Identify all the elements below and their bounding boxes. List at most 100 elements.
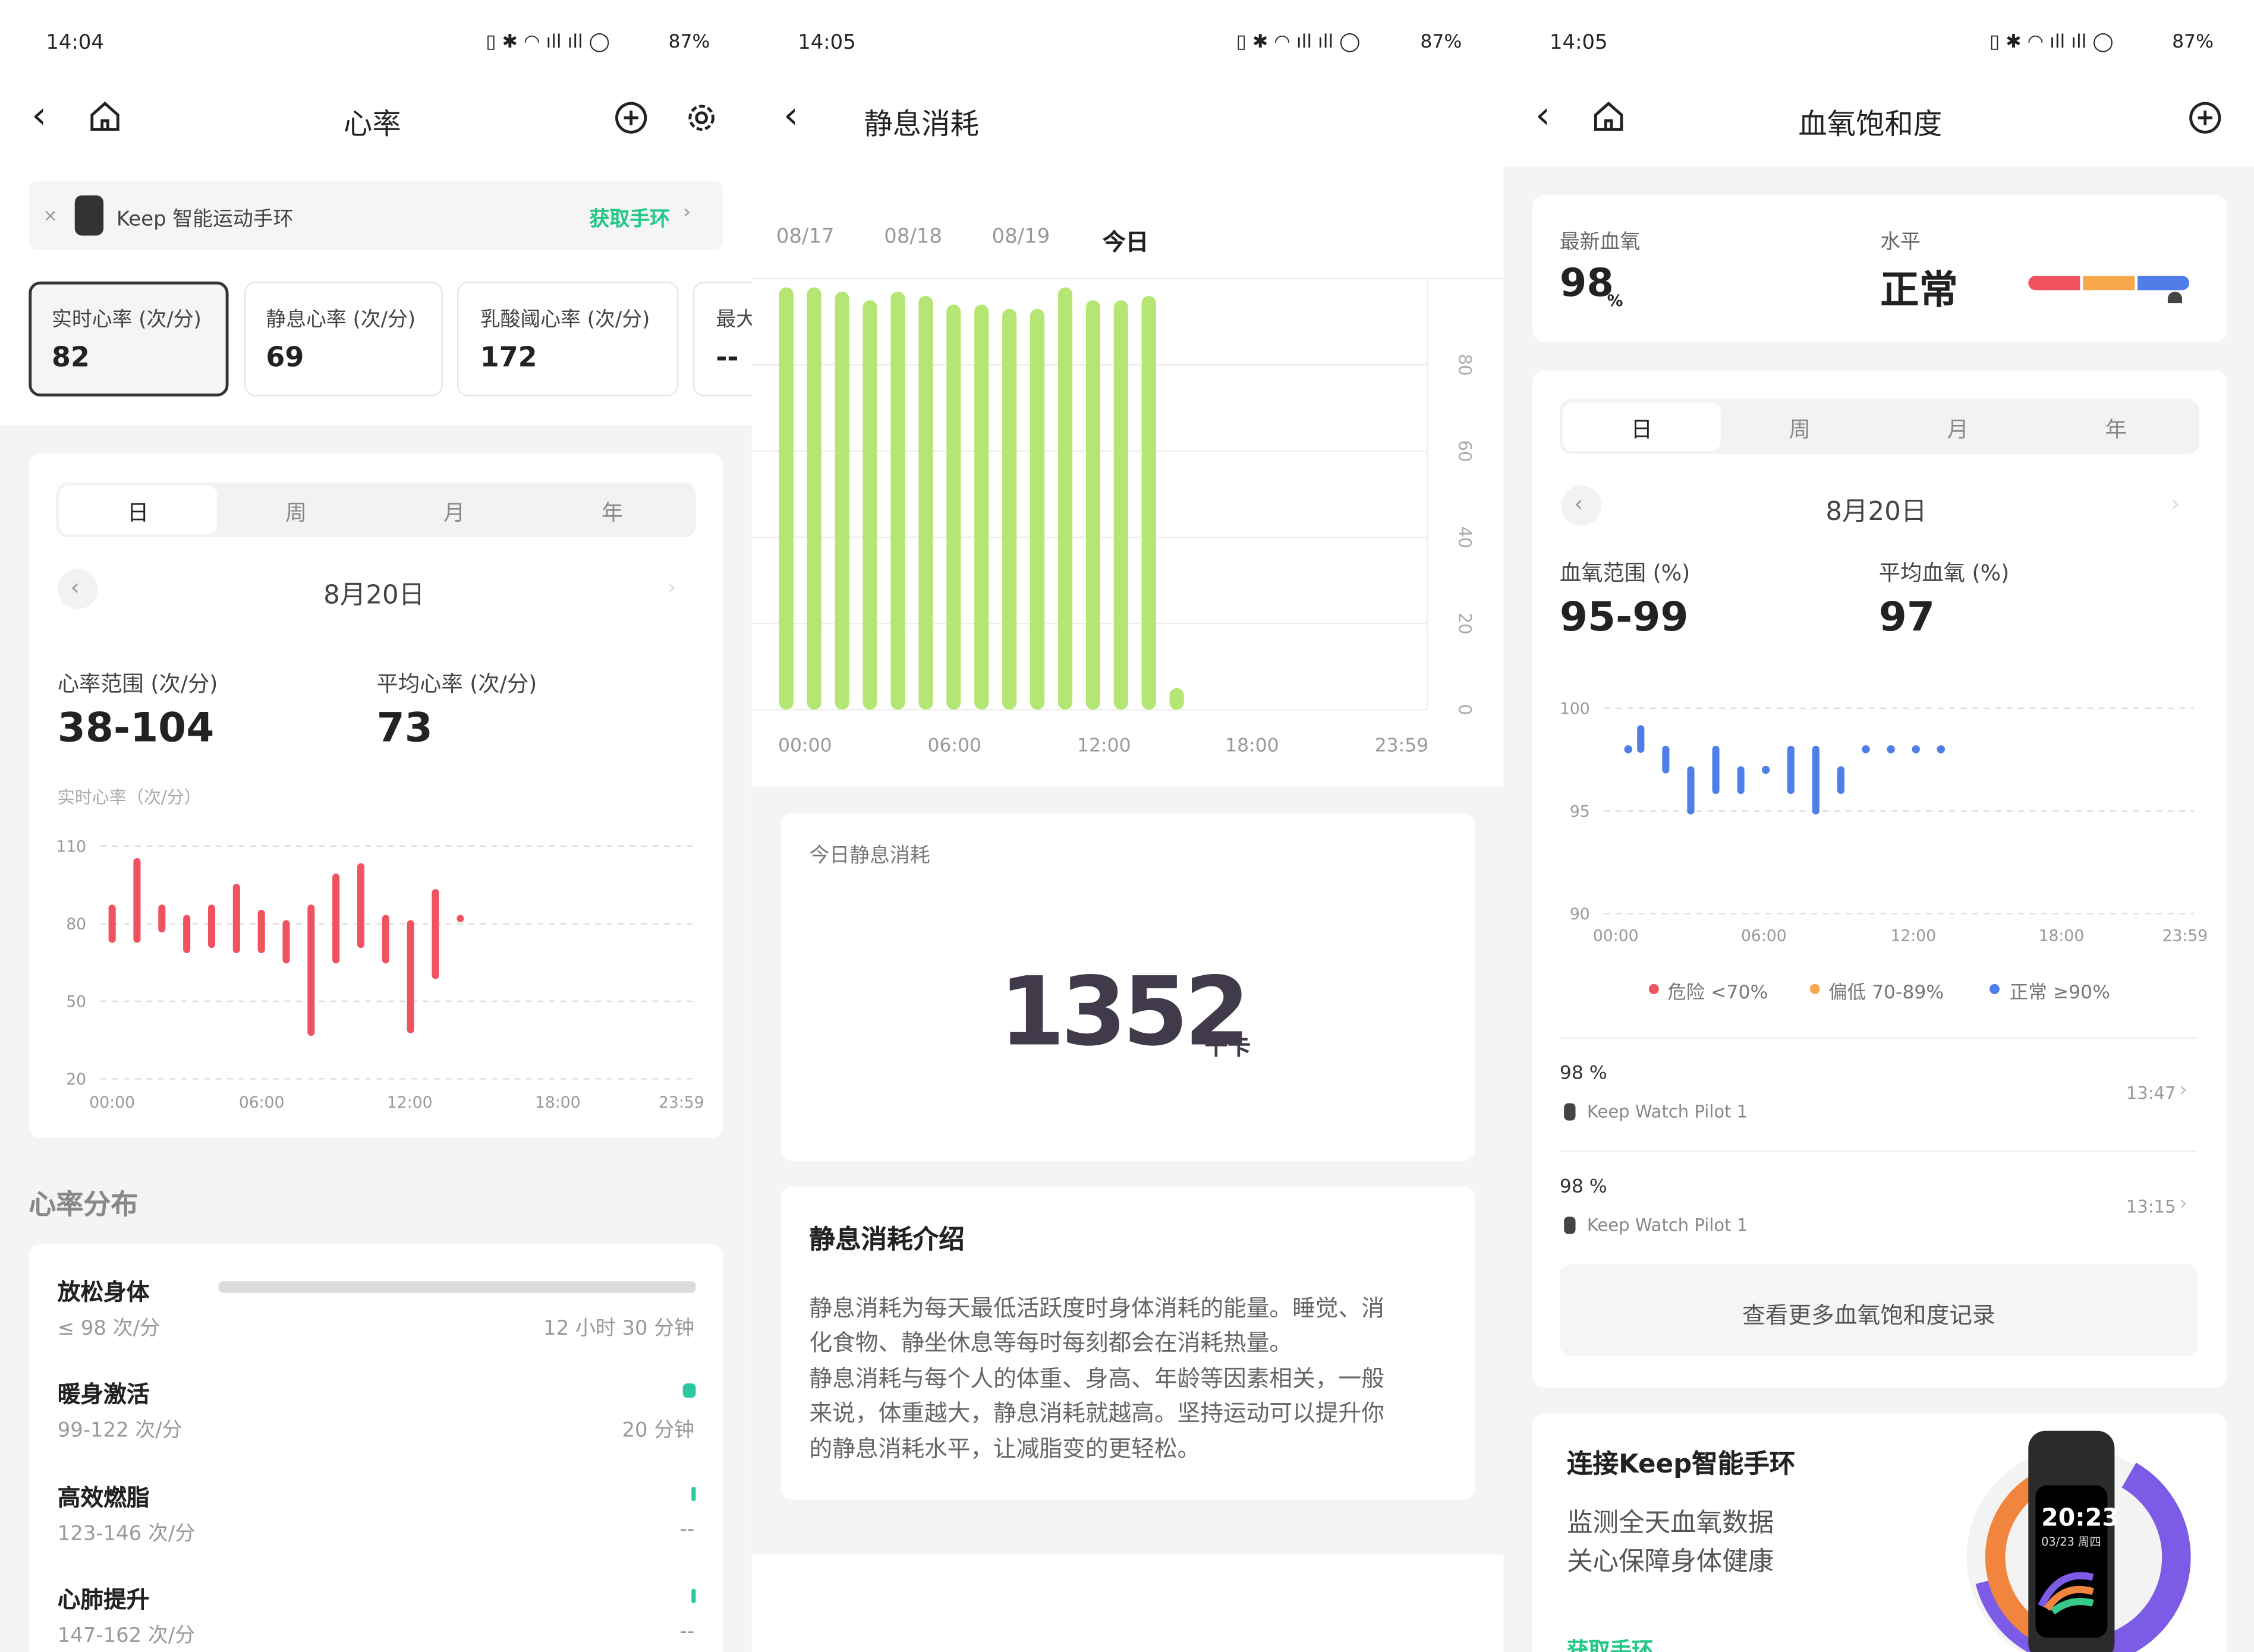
x-tick-label: 18:00 (535, 1093, 581, 1112)
x-tick-label: 06:00 (239, 1093, 285, 1112)
legend-dot-low (1809, 983, 1820, 994)
resting-energy-bar (1141, 295, 1156, 710)
x-tick-label: 12:00 (1077, 734, 1131, 756)
zone-duration: 12 小时 30 分钟 (543, 1317, 695, 1341)
resting-energy-bar (807, 287, 821, 710)
promo-title: 连接Keep智能手环 (1567, 1449, 1796, 1480)
intro-title: 静息消耗介绍 (809, 1225, 965, 1256)
resting-energy-bar (1002, 308, 1017, 710)
resting-energy-bar (779, 287, 794, 710)
more-records-label: 查看更多血氧饱和度记录 (1742, 1301, 1995, 1329)
oxygen-point (1937, 745, 1946, 754)
record-device: Keep Watch Pilot 1 (1586, 1215, 1748, 1235)
resting-energy-bar (835, 291, 849, 710)
watch-date: 03/23 周四 (2041, 1536, 2101, 1549)
zone-name: 放松身体 (57, 1278, 150, 1306)
record-time: 13:47 (2126, 1083, 2176, 1104)
resting-energy-bar (974, 304, 989, 710)
y-tick-label: 90 (1570, 905, 1590, 923)
legend-low: 偏低 70-89% (1828, 982, 1944, 1004)
intro-text-line: 来说，体重越大，静息消耗就越高。坚持运动可以提升你 (809, 1399, 1384, 1427)
zone-range: 99-122 次/分 (57, 1419, 182, 1443)
resting-energy-bar (1030, 308, 1045, 710)
zone-bar (682, 1383, 696, 1398)
record-value: 98 % (1559, 1063, 1607, 1085)
x-tick-label: 23:59 (1375, 734, 1429, 756)
x-tick-label: 06:00 (928, 734, 982, 756)
record-value: 98 % (1559, 1176, 1607, 1199)
zone-range: 123-146 次/分 (57, 1522, 196, 1546)
x-tick-label: 00:00 (1593, 926, 1639, 945)
record-row[interactable] (1560, 1165, 2198, 1254)
zone-range: ≤ 98 次/分 (57, 1317, 160, 1341)
card-title: 今日静息消耗 (809, 844, 930, 868)
x-tick-label: 23:59 (659, 1093, 704, 1112)
zone-duration: 20 分钟 (622, 1419, 695, 1443)
legend-danger: 危险 <70% (1667, 982, 1768, 1004)
record-time: 13:15 (2126, 1196, 2176, 1217)
x-tick-label: 12:00 (387, 1093, 433, 1112)
x-tick-label: 12:00 (1891, 926, 1937, 945)
legend-dot-normal (1989, 983, 2000, 994)
resting-energy-bar (918, 295, 933, 710)
x-tick-label: 00:00 (778, 734, 832, 756)
blood-oxygen-panel: 14:05 ▯ ✱ ◠ ıll ıll ◯ 87% ‹ 血氧饱和度 最新血氧 9… (1503, 0, 2254, 1652)
oxygen-point (1887, 745, 1895, 754)
watch-rings-icon (2038, 1572, 2094, 1615)
y-tick-label: 50 (66, 993, 86, 1011)
y-tick-label: 95 (1570, 802, 1590, 821)
oxygen-point (1761, 765, 1770, 774)
oxygen-point (1862, 745, 1870, 754)
x-tick-label: 18:00 (2039, 926, 2085, 945)
oxygen-point (1912, 745, 1920, 754)
zone-range: 147-162 次/分 (57, 1625, 196, 1648)
zone-duration: -- (679, 1518, 695, 1541)
record-device: Keep Watch Pilot 1 (1586, 1102, 1748, 1122)
y-tick-label: 20 (1455, 613, 1475, 635)
legend-dot-danger (1648, 983, 1659, 994)
intro-text-line: 静息消耗为每天最低活跃度时身体消耗的能量。睡觉、消 (809, 1294, 1384, 1322)
chevron-right-icon: › (2179, 1079, 2187, 1102)
resting-energy-panel: 14:05 ▯ ✱ ◠ ıll ıll ◯ 87% ‹ 静息消耗 08/17 0… (751, 0, 1504, 1652)
resting-energy-unit: 千卡 (1204, 1033, 1251, 1061)
promo-line: 监测全天血氧数据 (1567, 1508, 1774, 1539)
heart-rate-point (457, 915, 464, 922)
heart-rate-panel: 14:04 ▯ ✱ ◠ ıll ıll ◯ 87% ‹ 心率 × Keep 智能… (0, 0, 752, 1652)
legend-normal: 正常 ≥90% (2009, 982, 2110, 1004)
x-tick-label: 18:00 (1225, 734, 1279, 756)
resting-energy-bar (862, 300, 877, 710)
x-tick-label: 00:00 (89, 1093, 135, 1112)
watch-icon (1564, 1216, 1576, 1234)
watch-time: 20:23 (2041, 1504, 2119, 1533)
y-tick-label: 80 (66, 915, 86, 934)
divider (1559, 1037, 2198, 1039)
zone-duration: -- (679, 1620, 695, 1644)
distribution-title: 心率分布 (29, 1189, 138, 1221)
y-tick-label: 60 (1455, 440, 1475, 462)
resting-energy-bar (1085, 300, 1101, 710)
zone-name: 心肺提升 (57, 1585, 150, 1613)
zone-bar (218, 1281, 696, 1293)
y-tick-label: 20 (66, 1070, 86, 1089)
promo-line: 关心保障身体健康 (1567, 1547, 1774, 1578)
zone-name: 高效燃脂 (57, 1484, 150, 1512)
intro-text-line: 化食物、静坐休息等每时每刻都会在消耗热量。 (809, 1329, 1293, 1357)
chevron-right-icon: › (2179, 1192, 2187, 1216)
zone-bar (691, 1486, 696, 1502)
bottom-area (751, 1554, 1504, 1652)
y-tick-label: 0 (1455, 704, 1475, 715)
intro-text-line: 的静息消耗水平，让减脂变的更轻松。 (809, 1435, 1201, 1462)
watch-icon (1564, 1103, 1576, 1121)
zone-bar (691, 1588, 696, 1603)
y-tick-label: 40 (1455, 527, 1475, 548)
oxygen-point (1624, 745, 1633, 754)
promo-cta[interactable]: 获取手环 (1567, 1635, 1653, 1652)
intro-text-line: 静息消耗与每个人的体重、身高、年龄等因素相关，一般 (809, 1364, 1384, 1392)
y-tick-label: 80 (1455, 354, 1475, 376)
y-tick-label: 110 (56, 838, 86, 856)
resting-energy-bar (1169, 688, 1184, 710)
record-row[interactable] (1560, 1052, 2198, 1141)
x-tick-label: 23:59 (2162, 926, 2208, 945)
zone-name: 暖身激活 (57, 1380, 150, 1408)
divider (1559, 1150, 2198, 1152)
